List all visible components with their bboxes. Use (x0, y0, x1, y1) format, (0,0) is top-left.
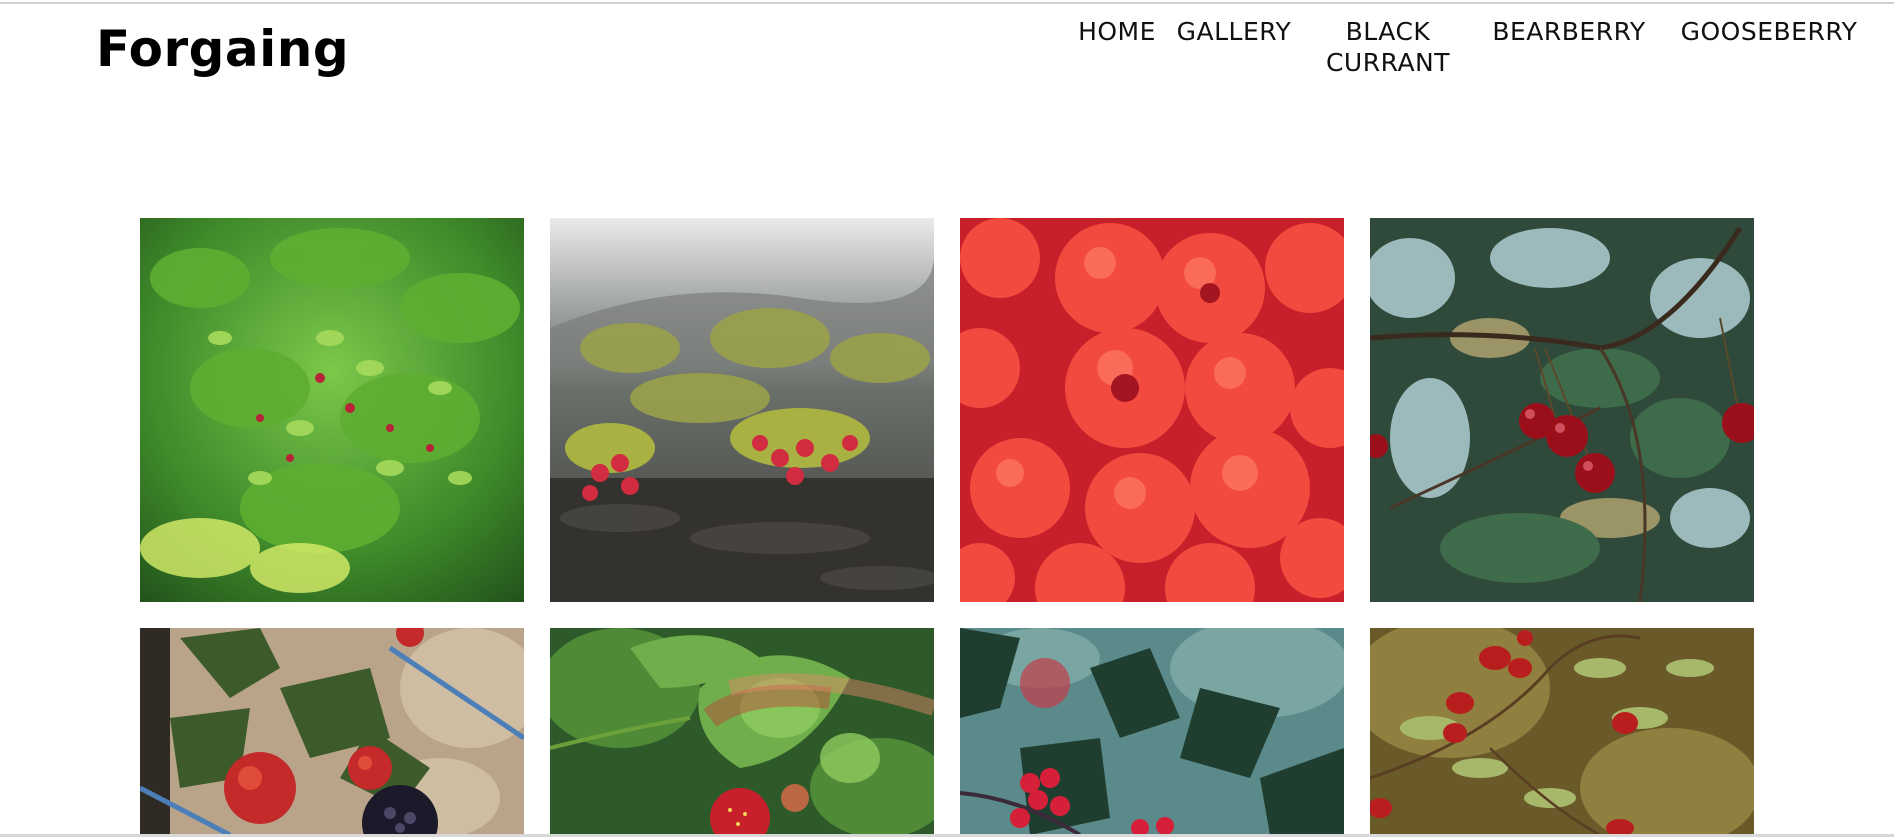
gallery-image-blackberry[interactable] (140, 628, 524, 835)
blueberry-image (140, 218, 524, 602)
gallery-image-raspberry[interactable] (960, 218, 1344, 602)
blackberry-image (140, 628, 524, 835)
gallery-image-cherry[interactable] (1370, 218, 1754, 602)
raspberry-image (960, 218, 1344, 602)
strawberry-image (550, 628, 934, 835)
rosehip-image (1370, 628, 1754, 835)
cherry-image (1370, 218, 1754, 602)
gallery-image-holly[interactable] (960, 628, 1344, 835)
holly-image (960, 628, 1344, 835)
bearberry-image (550, 218, 934, 602)
gallery-image-blueberry[interactable] (140, 218, 524, 602)
gallery-image-rosehip[interactable] (1370, 628, 1754, 835)
gallery-image-bearberry[interactable] (550, 218, 934, 602)
gallery-grid (0, 0, 1894, 837)
gallery-image-strawberry[interactable] (550, 628, 934, 835)
